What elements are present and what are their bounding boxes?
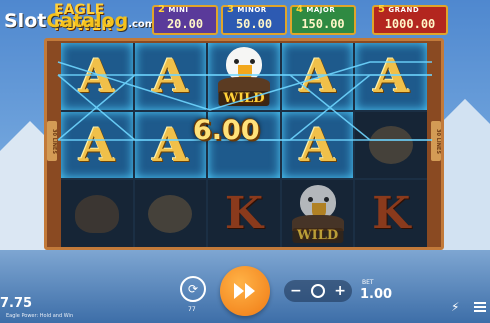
symbol-k: K bbox=[372, 188, 411, 240]
reel-cell: WILD bbox=[281, 180, 354, 247]
balance-value: 7.75 bbox=[0, 296, 33, 311]
autoplay-count: 77 bbox=[188, 306, 196, 313]
fast-forward-icon bbox=[234, 283, 255, 299]
reel-cell: A bbox=[134, 43, 207, 110]
reel-cell: WILD bbox=[208, 43, 280, 110]
reel-cell: A bbox=[355, 43, 427, 110]
symbol-k: K bbox=[224, 188, 264, 240]
jackpot-minor-amount: 50.00 bbox=[235, 17, 273, 31]
lines-indicator-right: 30 LINES bbox=[431, 121, 441, 161]
ram-symbol bbox=[369, 125, 414, 164]
turbo-icon[interactable]: ⚡ bbox=[451, 300, 459, 314]
jackpot-grand: 5 GRAND 1000.00 bbox=[372, 4, 448, 35]
wild-label: WILD bbox=[218, 90, 270, 106]
bet-value: 1.00 bbox=[360, 287, 393, 302]
reel-cell: A bbox=[281, 43, 354, 110]
lines-indicator-left: 30 LINES bbox=[47, 121, 57, 161]
menu-icon[interactable] bbox=[474, 300, 486, 312]
symbol-a: A bbox=[78, 49, 115, 104]
jackpot-major-amount: 150.00 bbox=[301, 17, 345, 31]
symbol-a: A bbox=[299, 117, 336, 172]
watermark-logo: SlotCatalog.com bbox=[4, 10, 156, 32]
bet-label: BET bbox=[362, 279, 374, 286]
jackpot-minor: 3 MINOR 50.00 bbox=[221, 4, 287, 35]
reel-cell: K bbox=[208, 180, 280, 247]
jackpot-major: 4 MAJOR 150.00 bbox=[290, 4, 356, 35]
ram-symbol bbox=[148, 194, 193, 233]
jackpot-grand-amount: 1000.00 bbox=[384, 17, 436, 31]
symbol-a: A bbox=[373, 49, 410, 104]
jackpot-mini-amount: 20.00 bbox=[166, 17, 204, 31]
reel-cell: A bbox=[61, 111, 133, 179]
symbol-a: A bbox=[78, 117, 115, 172]
spin-button[interactable] bbox=[220, 266, 270, 316]
reel-cell bbox=[355, 111, 427, 179]
bet-decrease-button[interactable]: − bbox=[290, 283, 302, 299]
symbol-a: A bbox=[299, 49, 336, 104]
wild-label: WILD bbox=[292, 227, 344, 243]
autoplay-button[interactable]: ⟳ bbox=[180, 276, 206, 302]
reel-cell: A bbox=[61, 43, 133, 110]
reel-cell bbox=[61, 180, 133, 247]
reel-cell: A bbox=[281, 111, 354, 179]
symbol-a: A bbox=[152, 117, 189, 172]
jackpot-mini: 2 MINI 20.00 bbox=[152, 4, 218, 35]
lynx-symbol bbox=[74, 194, 119, 233]
symbol-a: A bbox=[152, 49, 189, 104]
reel-cell bbox=[134, 180, 207, 247]
bet-increase-button[interactable]: + bbox=[334, 283, 346, 299]
game-name: Eagle Power: Hold and Win bbox=[6, 313, 74, 319]
bet-control: − + bbox=[284, 280, 352, 302]
autoplay-icon: ⟳ bbox=[187, 282, 199, 296]
coin-stack-icon bbox=[311, 284, 325, 298]
site-logo: EAGLE POWER SlotCatalog.com bbox=[4, 2, 156, 36]
reel-cell: K bbox=[355, 180, 427, 247]
win-amount: 6.00 bbox=[193, 115, 260, 146]
